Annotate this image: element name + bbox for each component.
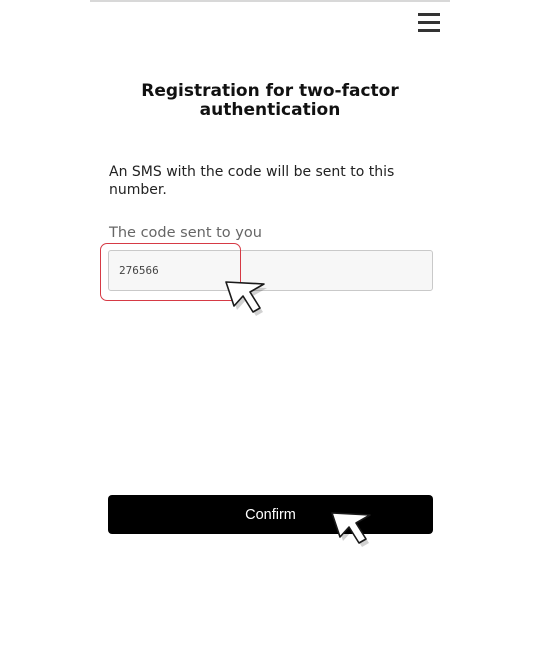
top-divider [90,0,450,2]
menu-bar-bottom [418,29,440,32]
hamburger-menu-icon[interactable] [416,11,442,35]
menu-bar-top [418,13,440,16]
confirm-button[interactable]: Confirm [108,495,433,534]
page-title: Registration for two-factor authenticati… [141,81,399,120]
sms-info-text: An SMS with the code will be sent to thi… [109,164,395,198]
code-input[interactable] [108,250,433,291]
menu-bar-middle [418,21,440,24]
code-field-label: The code sent to you [109,225,262,241]
